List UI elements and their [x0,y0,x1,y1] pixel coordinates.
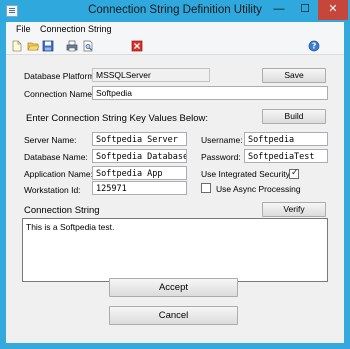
workstation-id-input[interactable]: 125971 [92,181,187,195]
verify-button[interactable]: Verify [262,202,326,217]
menu-connection-string[interactable]: Connection String [40,24,112,34]
username-label: Username: [201,135,243,145]
database-platform-field[interactable]: MSSQLServer [92,68,210,82]
build-button[interactable]: Build [262,109,326,124]
menu-file[interactable]: File [16,24,31,34]
password-label: Password: [201,152,241,162]
help-icon[interactable]: ? [308,40,320,52]
close-window-button[interactable]: ✕ [318,0,348,20]
checkmark-icon: ✓ [291,167,299,177]
database-name-label: Database Name: [24,152,88,162]
maximize-button[interactable]: ☐ [292,0,318,20]
application-name-input[interactable]: Softpedia App [92,166,187,180]
password-input[interactable]: SoftpediaTest [244,149,328,163]
async-processing-label: Use Async Processing [216,184,301,194]
database-platform-label: Database Platform [24,71,95,81]
close-document-icon[interactable] [131,40,143,52]
username-input[interactable]: Softpedia [244,132,328,146]
integrated-security-label: Use Integrated Security: [201,169,293,179]
connection-string-label: Connection String [24,205,100,216]
instructions-text: Enter Connection String Key Values Below… [26,113,209,124]
menu-bar: File Connection String [6,22,344,37]
accept-button[interactable]: Accept [109,278,238,297]
svg-text:?: ? [312,42,316,51]
application-name-label: Application Name: [24,169,93,179]
server-name-input[interactable]: Softpedia Server [92,132,187,146]
print-preview-icon[interactable] [82,40,94,52]
application-window: Connection String Definition Utility — ☐… [0,0,350,349]
async-processing-checkbox[interactable] [201,183,211,193]
connection-string-textarea[interactable]: This is a Softpedia test. [22,218,328,282]
open-icon[interactable] [27,40,39,52]
server-name-label: Server Name: [24,135,77,145]
save-icon[interactable] [42,40,54,52]
print-icon[interactable] [66,40,78,52]
workstation-id-label: Workstation Id: [24,185,81,195]
cancel-button[interactable]: Cancel [109,306,238,325]
save-button[interactable]: Save [262,68,326,83]
database-name-input[interactable]: Softpedia Database [92,149,187,163]
integrated-security-checkbox[interactable]: ✓ [289,167,299,179]
minimize-button[interactable]: — [266,0,292,20]
connection-name-input[interactable]: Softpedia [92,86,328,100]
new-icon[interactable] [11,40,23,52]
connection-name-label: Connection Name [24,89,93,99]
dialog-client-area: File Connection String ? Database Platfo… [6,22,344,343]
title-bar[interactable]: Connection String Definition Utility — ☐… [0,0,350,22]
toolbar: ? [6,37,344,55]
